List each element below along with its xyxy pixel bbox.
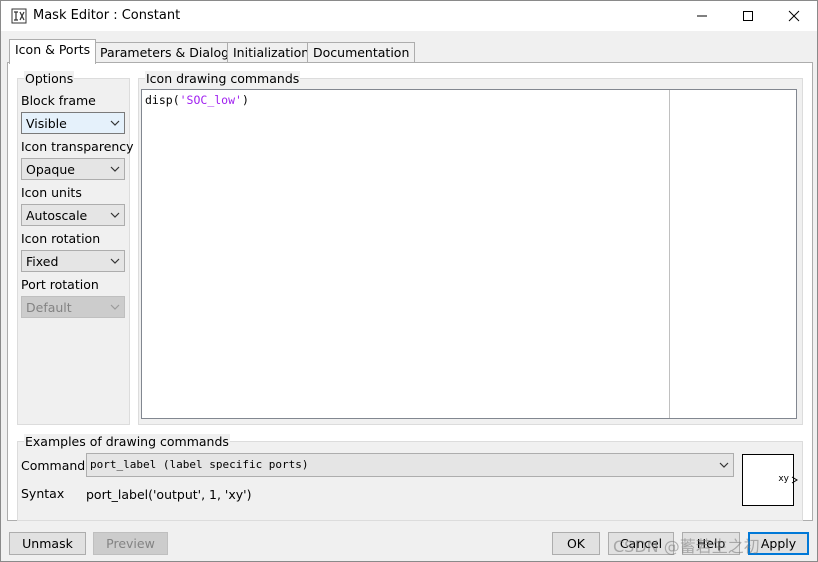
mask-editor-window: Mask Editor : Constant Icon & Ports Para… [0, 0, 818, 562]
syntax-label: Syntax [21, 486, 65, 501]
output-port-icon [791, 476, 798, 484]
tab-icon-ports[interactable]: Icon & Ports [9, 39, 97, 64]
chevron-down-icon [110, 258, 120, 264]
drawing-commands-group-label: Icon drawing commands [145, 71, 301, 86]
tab-parameters-dialog[interactable]: Parameters & Dialog [94, 42, 236, 64]
chevron-down-icon [110, 212, 120, 218]
icon-units-select[interactable]: Autoscale [21, 204, 125, 226]
command-select[interactable]: port_label (label specific ports) [86, 453, 734, 477]
preview-port-label: xy [778, 474, 789, 484]
maximize-icon [743, 11, 753, 21]
minimize-button[interactable] [679, 1, 725, 31]
tab-initialization[interactable]: Initialization [227, 42, 316, 64]
preview-button: Preview [93, 532, 168, 555]
icon-units-label: Icon units [21, 185, 82, 200]
editor-margin-line [669, 90, 670, 418]
icon-rotation-select[interactable]: Fixed [21, 250, 125, 272]
close-button[interactable] [771, 1, 817, 31]
drawing-commands-editor[interactable]: disp('SOC_low') [141, 89, 797, 419]
icon-transparency-label: Icon transparency [21, 139, 134, 154]
close-icon [788, 10, 800, 22]
chevron-down-icon [110, 166, 120, 172]
block-frame-select[interactable]: Visible [21, 112, 125, 134]
port-rotation-label: Port rotation [21, 277, 99, 292]
unmask-button[interactable]: Unmask [9, 532, 86, 555]
maximize-button[interactable] [725, 1, 771, 31]
examples-group-label: Examples of drawing commands [24, 434, 230, 449]
watermark: CSDN @蓄若生之初 [613, 537, 760, 556]
title-bar: Mask Editor : Constant [1, 1, 817, 31]
example-preview: xy [742, 454, 798, 506]
icon-rotation-label: Icon rotation [21, 231, 101, 246]
minimize-icon [697, 15, 707, 17]
options-group-label: Options [24, 71, 75, 86]
code-line: disp('SOC_low') [145, 93, 249, 107]
mask-editor-icon [11, 8, 27, 24]
ok-button[interactable]: OK [552, 532, 600, 555]
chevron-down-icon [719, 462, 729, 468]
tab-documentation[interactable]: Documentation [307, 42, 416, 64]
chevron-down-icon [110, 120, 120, 126]
icon-transparency-select[interactable]: Opaque [21, 158, 125, 180]
window-title: Mask Editor : Constant [33, 8, 181, 23]
chevron-down-icon [110, 304, 120, 310]
command-label: Command [21, 458, 86, 473]
port-rotation-select: Default [21, 296, 125, 318]
syntax-value: port_label('output', 1, 'xy') [86, 487, 252, 502]
block-frame-label: Block frame [21, 93, 96, 108]
